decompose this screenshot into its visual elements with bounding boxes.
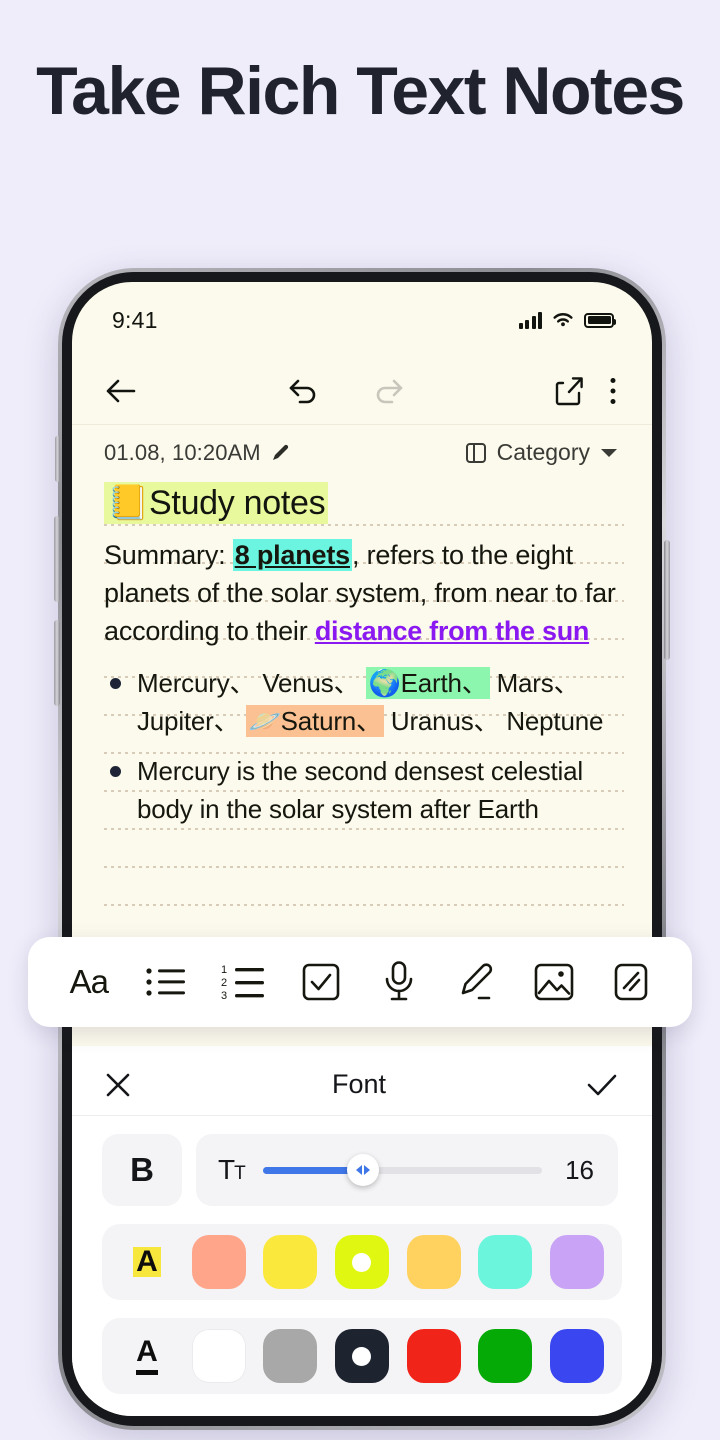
phone-screen: 9:41 01.08, 10:20AM Category 📒Study note…	[72, 282, 652, 1416]
share-icon[interactable]	[554, 375, 584, 407]
font-size-value: 16	[565, 1154, 594, 1185]
note-toolbar	[72, 358, 652, 424]
note-title: 📒Study notes	[104, 480, 618, 526]
category-selector[interactable]: Category	[465, 439, 618, 466]
text-color-swatch[interactable]	[191, 1329, 246, 1383]
summary-highlight: 8 planets	[232, 539, 352, 571]
text-size-icon: TT	[218, 1154, 246, 1185]
microphone-icon	[385, 961, 413, 1001]
checkmark-icon[interactable]	[586, 1072, 618, 1098]
draw-button[interactable]	[447, 953, 505, 1011]
font-controls-row: B TT 16	[72, 1116, 652, 1206]
font-panel-header: Font	[72, 1054, 652, 1116]
font-panel-title: Font	[331, 1069, 387, 1099]
format-toolbar: Aa 1 2 3	[28, 937, 692, 1027]
redo-icon[interactable]	[371, 375, 405, 407]
back-arrow-icon[interactable]	[104, 376, 138, 406]
volume-up-button[interactable]	[54, 516, 60, 602]
note-date-text: 01.08, 10:20AM	[104, 439, 261, 465]
font-style-button[interactable]: Aa	[60, 953, 118, 1011]
summary-before: Summary:	[104, 540, 233, 570]
bullet-dot-icon	[110, 678, 121, 689]
voice-record-button[interactable]	[370, 953, 428, 1011]
list-item: Mercury、 Venus、 🌍Earth、 Mars、 Jupiter、 🪐…	[104, 664, 618, 740]
pen-icon	[461, 963, 493, 1000]
scribble-card-icon	[614, 963, 648, 1001]
text-color-a-icon[interactable]: A	[120, 1337, 174, 1375]
highlight-swatch[interactable]	[263, 1235, 318, 1289]
summary-link[interactable]: distance from the sun	[315, 616, 590, 646]
highlight-swatch[interactable]	[478, 1235, 533, 1289]
font-size-slider[interactable]	[262, 1154, 542, 1186]
more-vertical-icon[interactable]	[608, 376, 618, 406]
image-icon	[534, 963, 574, 1001]
note-meta-row: 01.08, 10:20AM Category	[72, 425, 652, 476]
selected-indicator	[352, 1252, 372, 1272]
bullet-dot-icon	[110, 766, 121, 777]
highlight-color-row: A	[102, 1224, 622, 1300]
note-date[interactable]: 01.08, 10:20AM	[104, 440, 290, 466]
font-aa-icon: Aa	[69, 963, 109, 1000]
bullet-list-icon	[146, 968, 186, 996]
category-panel-icon	[465, 441, 487, 465]
list-item-text: Mercury is the second densest celestial …	[137, 756, 583, 824]
note-title-emoji: 📒	[107, 484, 150, 522]
text-color-row: A	[102, 1318, 622, 1394]
svg-text:2: 2	[221, 977, 227, 989]
pencil-icon[interactable]	[270, 443, 290, 463]
text-highlight-a-icon[interactable]: A	[120, 1247, 174, 1277]
note-content[interactable]: 📒Study notes Summary: 8 planets, refers …	[72, 480, 652, 982]
checkbox-button[interactable]	[292, 953, 350, 1011]
text-color-swatch[interactable]	[406, 1329, 461, 1383]
category-label: Category	[496, 439, 590, 465]
highlight-swatch[interactable]	[406, 1235, 461, 1289]
text-color-swatch[interactable]	[263, 1329, 318, 1383]
bullet-list-button[interactable]	[137, 953, 195, 1011]
cellular-signal-icon	[518, 311, 542, 329]
text-color-swatch[interactable]	[478, 1329, 533, 1383]
highlight-swatch[interactable]	[191, 1235, 246, 1289]
image-button[interactable]	[525, 953, 583, 1011]
note-summary-paragraph: Summary: 8 planets, refers to the eight …	[104, 536, 618, 650]
highlight-swatch[interactable]	[334, 1235, 389, 1289]
slider-knob[interactable]	[347, 1154, 380, 1186]
numbered-list-icon: 1 2 3	[221, 964, 264, 1001]
highlight-swatch[interactable]	[549, 1235, 604, 1289]
selected-indicator	[352, 1346, 372, 1366]
chevron-down-icon[interactable]	[600, 447, 618, 459]
list-item: Mercury is the second densest celestial …	[104, 752, 618, 828]
font-panel: Font B TT 16 A A	[72, 1046, 652, 1416]
close-icon[interactable]	[104, 1071, 132, 1099]
power-button[interactable]	[664, 540, 670, 660]
wifi-icon	[553, 313, 573, 327]
phone-mockup: 9:41 01.08, 10:20AM Category 📒Study note…	[54, 268, 670, 1430]
status-bar: 9:41	[72, 282, 652, 358]
status-time: 9:41	[112, 306, 158, 333]
note-title-text: Study notes	[149, 484, 326, 522]
volume-down-button[interactable]	[54, 620, 60, 706]
text-color-swatch[interactable]	[334, 1329, 389, 1383]
note-bullet-list: Mercury、 Venus、 🌍Earth、 Mars、 Jupiter、 🪐…	[104, 664, 618, 828]
svg-text:1: 1	[221, 964, 227, 976]
undo-icon[interactable]	[287, 375, 321, 407]
svg-text:3: 3	[221, 990, 227, 1001]
text-color-swatch[interactable]	[549, 1329, 604, 1383]
mute-switch-button[interactable]	[55, 436, 60, 482]
checkbox-icon	[302, 963, 340, 1001]
attachment-button[interactable]	[602, 953, 660, 1011]
page-title: Take Rich Text Notes	[36, 53, 685, 129]
numbered-list-button[interactable]: 1 2 3	[215, 953, 273, 1011]
font-size-control: TT 16	[196, 1134, 618, 1206]
battery-full-icon	[584, 312, 616, 328]
list-item-text: Mercury、 Venus、 🌍Earth、 Mars、 Jupiter、 🪐…	[137, 667, 604, 737]
bold-button[interactable]: B	[102, 1134, 182, 1206]
